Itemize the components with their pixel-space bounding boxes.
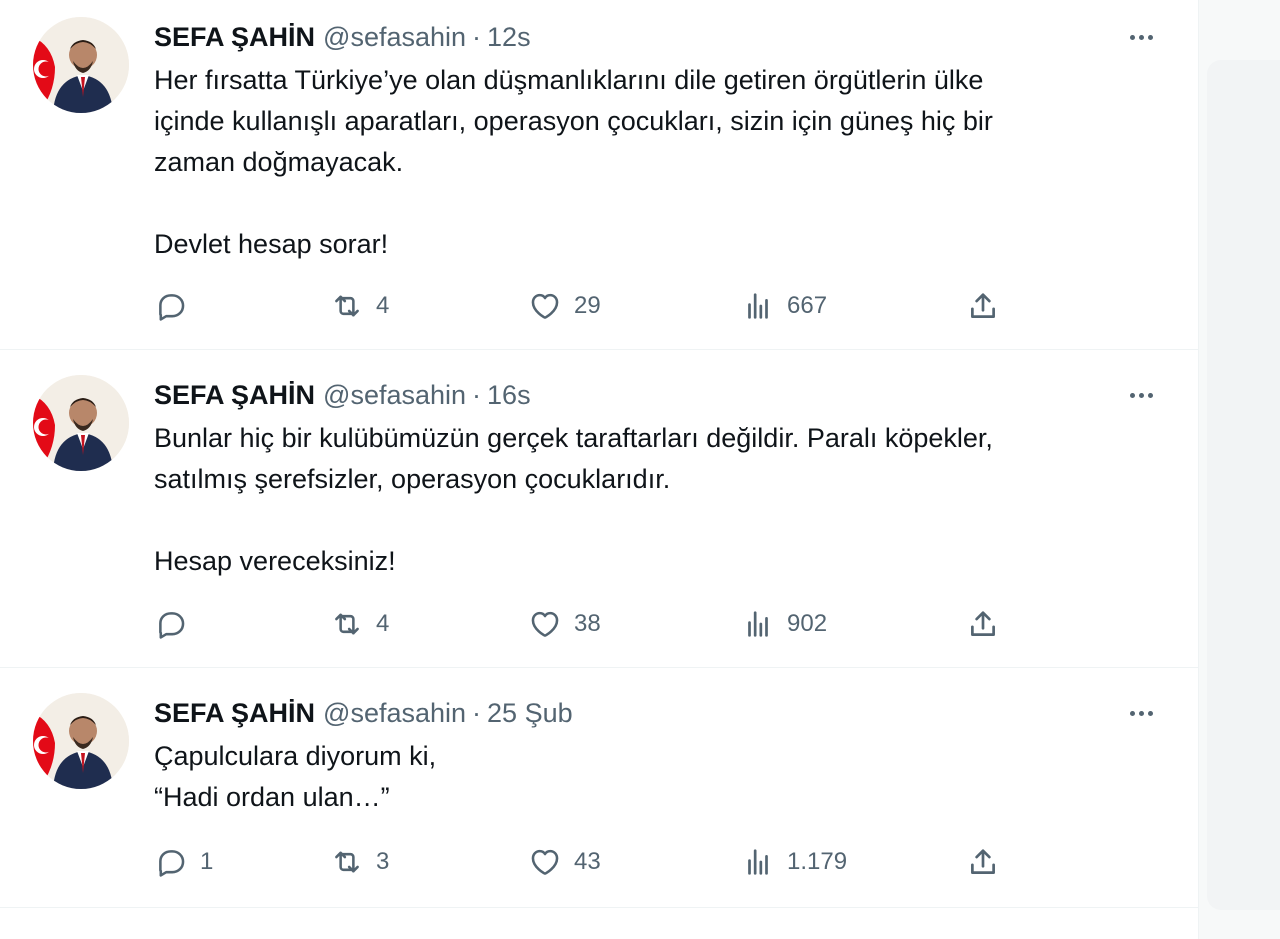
timestamp[interactable]: 25 Şub <box>487 698 573 729</box>
heart-icon <box>531 293 559 319</box>
tweet-actions: 4 38 902 <box>154 604 1014 644</box>
like-button[interactable]: 38 <box>528 604 601 644</box>
reply-button[interactable]: 1 <box>154 842 213 882</box>
tweet-line: satılmış şerefsizler, operasyon çocuklar… <box>154 464 671 494</box>
retweet-count: 4 <box>376 610 390 637</box>
tweet-header: SEFA ŞAHİN @sefasahin · 25 Şub <box>154 696 573 730</box>
avatar-photo <box>33 375 129 471</box>
reply-icon <box>159 850 185 877</box>
timestamp[interactable]: 16s <box>487 380 531 411</box>
tweet-text: Bunlar hiç bir kulübümüzün gerçek taraft… <box>154 418 1144 582</box>
reply-icon <box>159 294 185 321</box>
view-count: 1.179 <box>787 848 848 875</box>
share-icon <box>971 611 995 636</box>
retweet-count: 4 <box>376 292 390 319</box>
share-icon <box>971 849 995 874</box>
more-icon[interactable] <box>1118 378 1164 412</box>
like-count: 43 <box>574 848 601 875</box>
views-button[interactable]: 902 <box>741 604 827 644</box>
separator-dot: · <box>472 21 482 52</box>
tweet-header: SEFA ŞAHİN @sefasahin · 12s <box>154 20 531 54</box>
views-icon <box>748 293 768 319</box>
tweet-line: “Hadi ordan ulan…” <box>154 782 390 812</box>
avatar[interactable] <box>33 17 129 113</box>
sidebar-panel <box>1207 60 1280 910</box>
share-button[interactable] <box>966 842 1000 882</box>
tweet-text: Çapulculara diyorum ki, “Hadi ordan ulan… <box>154 736 1144 818</box>
tweet-text: Her fırsatta Türkiye’ye olan düşmanlıkla… <box>154 60 1144 265</box>
like-button[interactable]: 43 <box>528 842 601 882</box>
right-sidebar <box>1199 0 1280 939</box>
timestamp[interactable]: 12s <box>487 22 531 53</box>
author-name[interactable]: SEFA ŞAHİN <box>154 22 315 53</box>
like-button[interactable]: 29 <box>528 286 601 326</box>
separator-dot: · <box>472 379 482 410</box>
author-handle[interactable]: @sefasahin <box>323 380 466 411</box>
like-count: 29 <box>574 292 601 319</box>
reply-button[interactable] <box>154 604 200 644</box>
tweet-header: SEFA ŞAHİN @sefasahin · 16s <box>154 378 531 412</box>
views-button[interactable]: 1.179 <box>741 842 847 882</box>
share-button[interactable] <box>966 286 1000 326</box>
tweet-line: Hesap vereceksiniz! <box>154 546 396 576</box>
heart-icon <box>531 611 559 637</box>
tweet[interactable]: SEFA ŞAHİN @sefasahin · 12s Her fırsatta… <box>0 0 1198 350</box>
reply-button[interactable] <box>154 286 200 326</box>
tweet-line: Bunlar hiç bir kulübümüzün gerçek taraft… <box>154 423 993 453</box>
tweet-line: içinde kullanışlı aparatları, operasyon … <box>154 106 993 136</box>
tweet-line: Çapulculara diyorum ki, <box>154 741 437 771</box>
tweet-actions: 4 29 667 <box>154 286 1014 326</box>
like-count: 38 <box>574 610 601 637</box>
retweet-icon <box>335 851 359 873</box>
tweet-line: zaman doğmayacak. <box>154 147 404 177</box>
tweet-line: Her fırsatta Türkiye’ye olan düşmanlıkla… <box>154 65 984 95</box>
retweet-icon <box>335 613 359 635</box>
avatar-photo <box>33 693 129 789</box>
retweet-button[interactable]: 4 <box>330 604 389 644</box>
reply-count: 1 <box>200 848 214 875</box>
share-button[interactable] <box>966 604 1000 644</box>
author-name[interactable]: SEFA ŞAHİN <box>154 698 315 729</box>
avatar[interactable] <box>33 375 129 471</box>
retweet-icon <box>335 295 359 317</box>
retweet-count: 3 <box>376 848 390 875</box>
views-icon <box>748 849 768 875</box>
reply-icon <box>159 612 185 639</box>
view-count: 667 <box>787 292 828 319</box>
retweet-button[interactable]: 4 <box>330 286 389 326</box>
author-handle[interactable]: @sefasahin <box>323 698 466 729</box>
avatar-photo <box>33 17 129 113</box>
share-icon <box>971 293 995 318</box>
tweet-line: Devlet hesap sorar! <box>154 229 389 259</box>
author-handle[interactable]: @sefasahin <box>323 22 466 53</box>
timeline: SEFA ŞAHİN @sefasahin · 12s Her fırsatta… <box>0 0 1199 939</box>
more-icon[interactable] <box>1118 20 1164 54</box>
views-button[interactable]: 667 <box>741 286 827 326</box>
tweet[interactable]: SEFA ŞAHİN @sefasahin · 16s Bunlar hiç b… <box>0 350 1198 668</box>
avatar[interactable] <box>33 693 129 789</box>
view-count: 902 <box>787 610 828 637</box>
more-icon[interactable] <box>1118 696 1164 730</box>
heart-icon <box>531 849 559 875</box>
tweet-actions: 1 3 43 1.179 <box>154 842 1014 882</box>
tweet[interactable]: SEFA ŞAHİN @sefasahin · 25 Şub Çapulcula… <box>0 668 1198 908</box>
separator-dot: · <box>472 697 482 728</box>
views-icon <box>748 611 768 637</box>
author-name[interactable]: SEFA ŞAHİN <box>154 380 315 411</box>
retweet-button[interactable]: 3 <box>330 842 389 882</box>
